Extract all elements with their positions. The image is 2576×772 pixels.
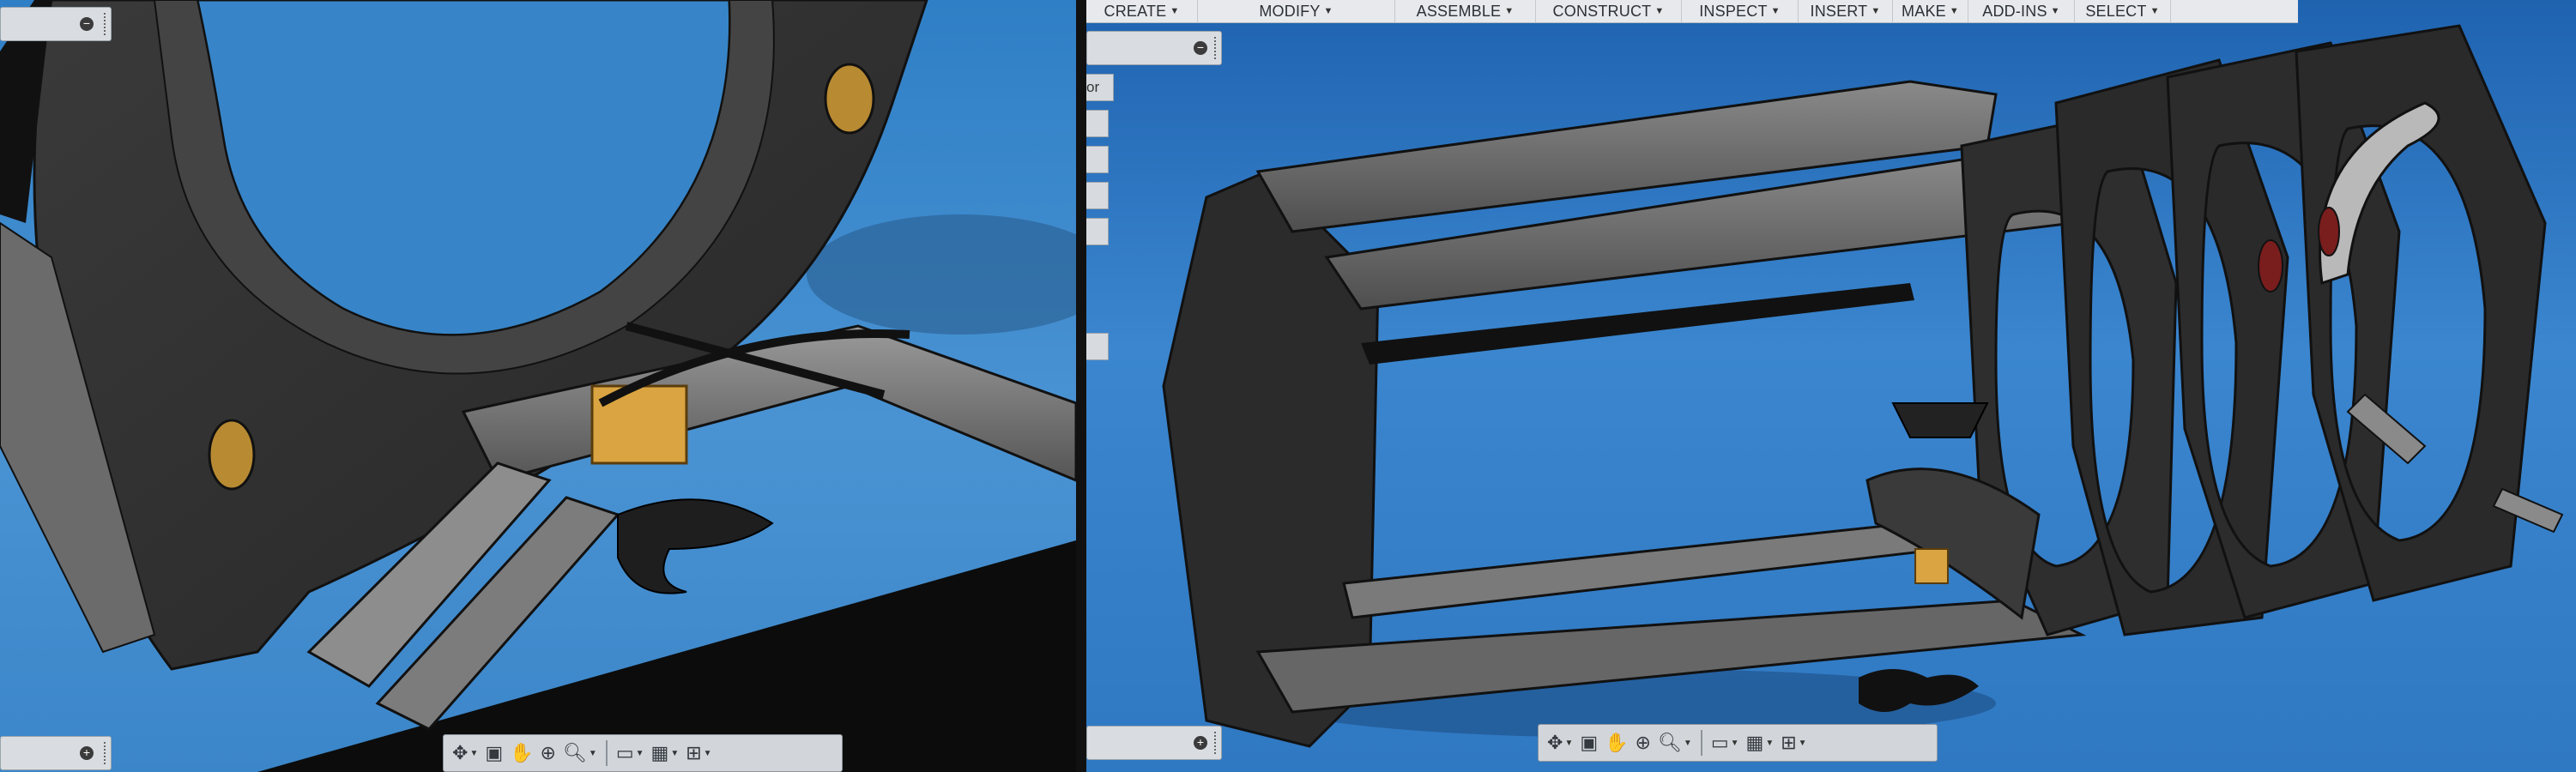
right-nav-toolbar: ✥ ▼ ▣ ✋ ⊕ 🔍︎ ▼ ▭ ▼ ▦ ▼ ⊞ ▼ <box>1538 724 1938 762</box>
zoom-window-icon[interactable]: ⊕ <box>537 739 559 768</box>
viewports-icon[interactable]: ⊞ ▼ <box>1777 728 1810 757</box>
zoom-icon[interactable]: 🔍︎ ▼ <box>1654 728 1696 757</box>
display-settings-icon[interactable]: ▭ ▼ <box>613 739 648 768</box>
zoom-icon[interactable]: 🔍︎ ▼ <box>559 739 601 768</box>
look-at-icon[interactable]: ▣ <box>481 739 506 768</box>
left-bottom-panel[interactable]: + <box>0 736 112 770</box>
left-nav-toolbar: ✥ ▼ ▣ ✋ ⊕ 🔍︎ ▼ ▭ ▼ ▦ ▼ ⊞ ▼ <box>443 734 843 772</box>
menu-inspect[interactable]: INSPECT ▼ <box>1682 0 1799 22</box>
browser-tab-truncated[interactable]: or <box>1086 74 1114 101</box>
browser-node-tab[interactable] <box>1086 218 1109 245</box>
menu-make[interactable]: MAKE ▼ <box>1893 0 1968 22</box>
viewports-icon[interactable]: ⊞ ▼ <box>682 739 715 768</box>
gold-block[interactable] <box>1914 548 1949 584</box>
gold-tab-right <box>824 63 875 135</box>
browser-tab-label: or <box>1086 79 1100 95</box>
orbit-icon[interactable]: ✥ ▼ <box>449 739 481 768</box>
pan-icon[interactable]: ✋ <box>1601 728 1631 757</box>
gear-knob <box>617 498 774 594</box>
panel-grip-icon[interactable] <box>1214 732 1219 754</box>
orbit-icon[interactable]: ✥ ▼ <box>1544 728 1576 757</box>
ring-plates <box>1960 24 2547 636</box>
browser-panel-header[interactable]: − <box>1086 31 1222 65</box>
panel-grip-icon[interactable] <box>1214 37 1219 59</box>
gold-tab-left <box>208 419 256 491</box>
browser-node-tab[interactable] <box>1086 333 1109 360</box>
menu-construct[interactable]: CONSTRUCT ▼ <box>1536 0 1682 22</box>
grid-settings-icon[interactable]: ▦ ▼ <box>648 739 683 768</box>
panel-grip-icon[interactable] <box>104 13 109 35</box>
top-menubar: CREATE ▼ MODIFY ▼ ASSEMBLE ▼ CONSTRUCT ▼ INS… <box>1086 0 2298 23</box>
toolbar-divider <box>605 740 608 766</box>
left-viewport[interactable]: − + ✥ ▼ ▣ ✋ ⊕ 🔍︎ ▼ ▭ ▼ ▦ ▼ ⊞ ▼ <box>0 0 1076 772</box>
menu-insert[interactable]: INSERT ▼ <box>1799 0 1893 22</box>
toolbar-divider <box>1700 730 1702 756</box>
browser-node-tab[interactable] <box>1086 110 1109 137</box>
expand-icon[interactable]: + <box>1194 736 1207 750</box>
browser-node-tab[interactable] <box>1086 182 1109 209</box>
collapse-icon[interactable]: − <box>1194 41 1207 55</box>
collapse-icon[interactable]: − <box>80 17 94 31</box>
menu-add-ins[interactable]: ADD-INS ▼ <box>1968 0 2075 22</box>
left-3d-model-view[interactable] <box>0 0 1076 772</box>
expand-icon[interactable]: + <box>80 746 94 760</box>
menu-modify[interactable]: MODIFY ▼ <box>1198 0 1395 22</box>
right-bottom-panel[interactable]: + <box>1086 726 1222 760</box>
panel-grip-icon[interactable] <box>104 742 109 764</box>
red-washer-1 <box>2258 239 2283 293</box>
viewport-divider[interactable] <box>1076 0 1086 772</box>
zoom-window-icon[interactable]: ⊕ <box>1632 728 1654 757</box>
display-settings-icon[interactable]: ▭ ▼ <box>1708 728 1743 757</box>
menu-create[interactable]: CREATE ▼ <box>1086 0 1198 22</box>
menu-select[interactable]: SELECT ▼ <box>2075 0 2171 22</box>
menu-assemble[interactable]: ASSEMBLE ▼ <box>1395 0 1536 22</box>
look-at-icon[interactable]: ▣ <box>1576 728 1601 757</box>
right-3d-exploded-view[interactable] <box>1086 0 2576 772</box>
top-cradle <box>1891 402 1989 438</box>
pan-icon[interactable]: ✋ <box>506 739 536 768</box>
rail-bottom-1[interactable] <box>1342 522 1948 619</box>
browser-node-tab[interactable] <box>1086 146 1109 173</box>
ground-shadow <box>807 214 1076 335</box>
right-viewport[interactable]: CREATE ▼ MODIFY ▼ ASSEMBLE ▼ CONSTRUCT ▼ INS… <box>1086 0 2576 772</box>
red-washer-2 <box>2318 207 2340 256</box>
grid-settings-icon[interactable]: ▦ ▼ <box>1743 728 1778 757</box>
left-top-panel[interactable]: − <box>0 7 112 41</box>
